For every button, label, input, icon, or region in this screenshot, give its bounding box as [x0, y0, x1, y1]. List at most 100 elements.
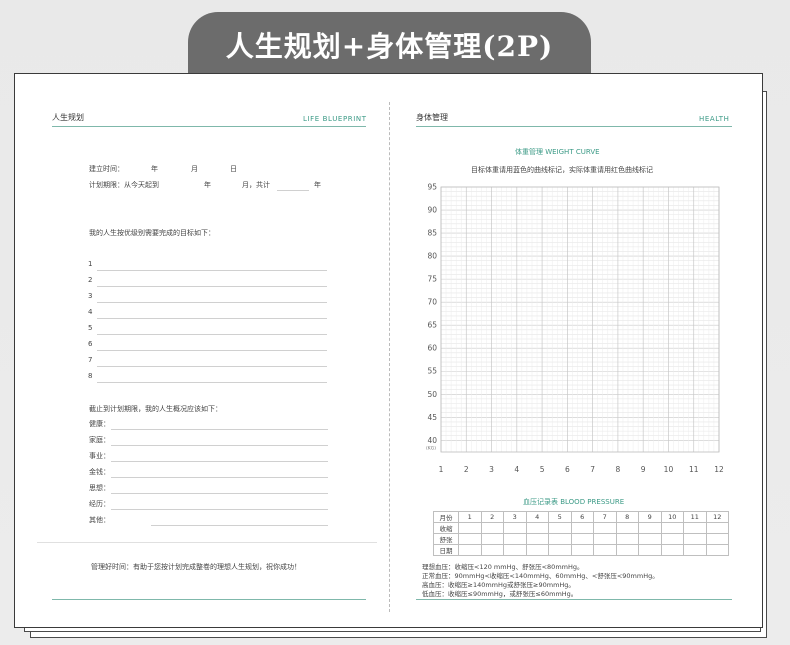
left-footer-text: 管理好时间：有助于您按计划完成整卷的理想人生规划，祝你成功！ [91, 563, 301, 571]
goal-number: 6 [88, 340, 93, 348]
period-month: 月，共计 [242, 181, 270, 189]
aspect-label: 其他： [89, 516, 110, 524]
created-month: 月 [191, 165, 198, 173]
y-tick-label: 45 [427, 413, 437, 422]
goal-line[interactable] [97, 270, 327, 271]
footer-upper-rule [37, 542, 377, 543]
x-tick-label: 5 [540, 465, 545, 474]
goals-intro: 我的人生按优级别需要完成的目标如下： [89, 229, 215, 237]
bp-month-cell: 8 [615, 511, 639, 523]
y-tick-label: 75 [427, 275, 437, 284]
period-total-underline [277, 190, 309, 191]
bp-month-cell: 10 [660, 511, 684, 523]
bp-row-label: 舒张 [433, 533, 459, 545]
aspect-label: 金钱： [89, 468, 110, 476]
bp-systolic-row: 收缩 [433, 522, 729, 534]
bp-month-cell: 1 [458, 511, 482, 523]
bp-title: 血压记录表 BLOOD PRESSURE [523, 498, 625, 506]
aspect-line[interactable] [111, 493, 328, 494]
y-tick-label: 70 [427, 298, 437, 307]
page-divider [389, 102, 390, 612]
x-tick-label: 4 [514, 465, 519, 474]
right-bottom-rule [416, 599, 732, 600]
period-label: 计划期限：从今天起到 [89, 181, 159, 189]
bp-month-cell: 6 [570, 511, 594, 523]
bp-month-cell: 9 [638, 511, 662, 523]
x-tick-label: 6 [565, 465, 570, 474]
y-tick-label: 65 [427, 321, 437, 330]
notebook-spread: 人生规划 LIFE BLUEPRINT 建立时间： 年 月 日 计划期限：从今天… [14, 73, 763, 628]
aspect-label: 家庭： [89, 436, 110, 444]
y-tick-label: 95 [427, 183, 437, 192]
aspect-line[interactable] [111, 509, 328, 510]
y-tick-label: 80 [427, 252, 437, 261]
y-unit-label: (KG) [426, 445, 436, 451]
bp-month-cell: 3 [503, 511, 527, 523]
bp-month-cell: 7 [593, 511, 617, 523]
right-header-cn: 身体管理 [416, 113, 448, 122]
goal-number: 1 [88, 260, 93, 268]
created-label: 建立时间： [89, 165, 124, 173]
bp-month-cell: 2 [480, 511, 504, 523]
weight-chart-title: 体重管理 WEIGHT CURVE [515, 148, 600, 156]
bp-note: 低血压：收缩压≤90mmHg，或舒张压≤60mmHg。 [422, 590, 578, 598]
x-tick-label: 7 [590, 465, 595, 474]
weight-chart: 959085807570656055504540(KG)1 2 3 4 5 6 7 8 9 10 1… [426, 183, 724, 475]
goal-line[interactable] [97, 366, 327, 367]
aspect-label: 经历： [89, 500, 110, 508]
period-year: 年 [204, 181, 211, 189]
goal-line[interactable] [97, 334, 327, 335]
bp-month-row: 月份 1 2 3 4 5 6 7 8 9 10 11 12 [433, 511, 729, 523]
y-tick-label: 60 [427, 344, 437, 353]
aspect-label: 思想： [89, 484, 110, 492]
bp-date-row: 日期 [433, 544, 729, 556]
goal-number: 2 [88, 276, 93, 284]
bp-row-label: 日期 [433, 544, 459, 556]
y-tick-label: 90 [427, 206, 437, 215]
y-tick-label: 50 [427, 390, 437, 399]
y-tick-label: 55 [427, 367, 437, 376]
x-tick-label: 12 [714, 465, 724, 474]
aspect-line[interactable] [111, 461, 328, 462]
summary-intro: 截止到计划期限，我的人生概况应该如下： [89, 405, 222, 413]
x-tick-label: 8 [616, 465, 621, 474]
right-header-en: HEALTH [699, 115, 730, 123]
bp-diastolic-row: 舒张 [433, 533, 729, 545]
bp-table: 月份 1 2 3 4 5 6 7 8 9 10 11 12 收缩 舒张 日期 [433, 511, 729, 556]
period-years: 年 [314, 181, 321, 189]
x-tick-label: 11 [689, 465, 699, 474]
x-tick-label: 1 [439, 465, 444, 474]
x-tick-label: 9 [641, 465, 646, 474]
aspect-line[interactable] [111, 445, 328, 446]
aspect-label: 事业： [89, 452, 110, 460]
created-day: 日 [230, 165, 237, 173]
bp-month-cell: 11 [683, 511, 707, 523]
banner-title: 人生规划+身体管理(2P) [188, 12, 591, 78]
left-bottom-rule [52, 599, 366, 600]
goal-number: 5 [88, 324, 93, 332]
y-tick-label: 40 [427, 436, 437, 445]
x-tick-label: 3 [489, 465, 494, 474]
left-header-en: LIFE BLUEPRINT [303, 115, 367, 123]
bp-row-label: 收缩 [433, 522, 459, 534]
goal-number: 8 [88, 372, 93, 380]
bp-month-cell: 12 [705, 511, 729, 523]
left-header-cn: 人生规划 [52, 113, 84, 122]
aspect-line[interactable] [111, 429, 328, 430]
goal-line[interactable] [97, 318, 327, 319]
bp-month-cell: 5 [548, 511, 572, 523]
goal-line[interactable] [97, 286, 327, 287]
aspect-line[interactable] [111, 477, 328, 478]
goal-line[interactable] [97, 350, 327, 351]
bp-month-cell: 4 [525, 511, 549, 523]
left-header-rule [52, 126, 366, 127]
goal-line[interactable] [97, 382, 327, 383]
aspect-line[interactable] [151, 525, 328, 526]
goal-line[interactable] [97, 302, 327, 303]
x-tick-label: 2 [464, 465, 469, 474]
goal-number: 3 [88, 292, 93, 300]
bp-month-label: 月份 [433, 511, 459, 523]
y-tick-label: 85 [427, 229, 437, 238]
created-year: 年 [151, 165, 158, 173]
goal-number: 4 [88, 308, 93, 316]
